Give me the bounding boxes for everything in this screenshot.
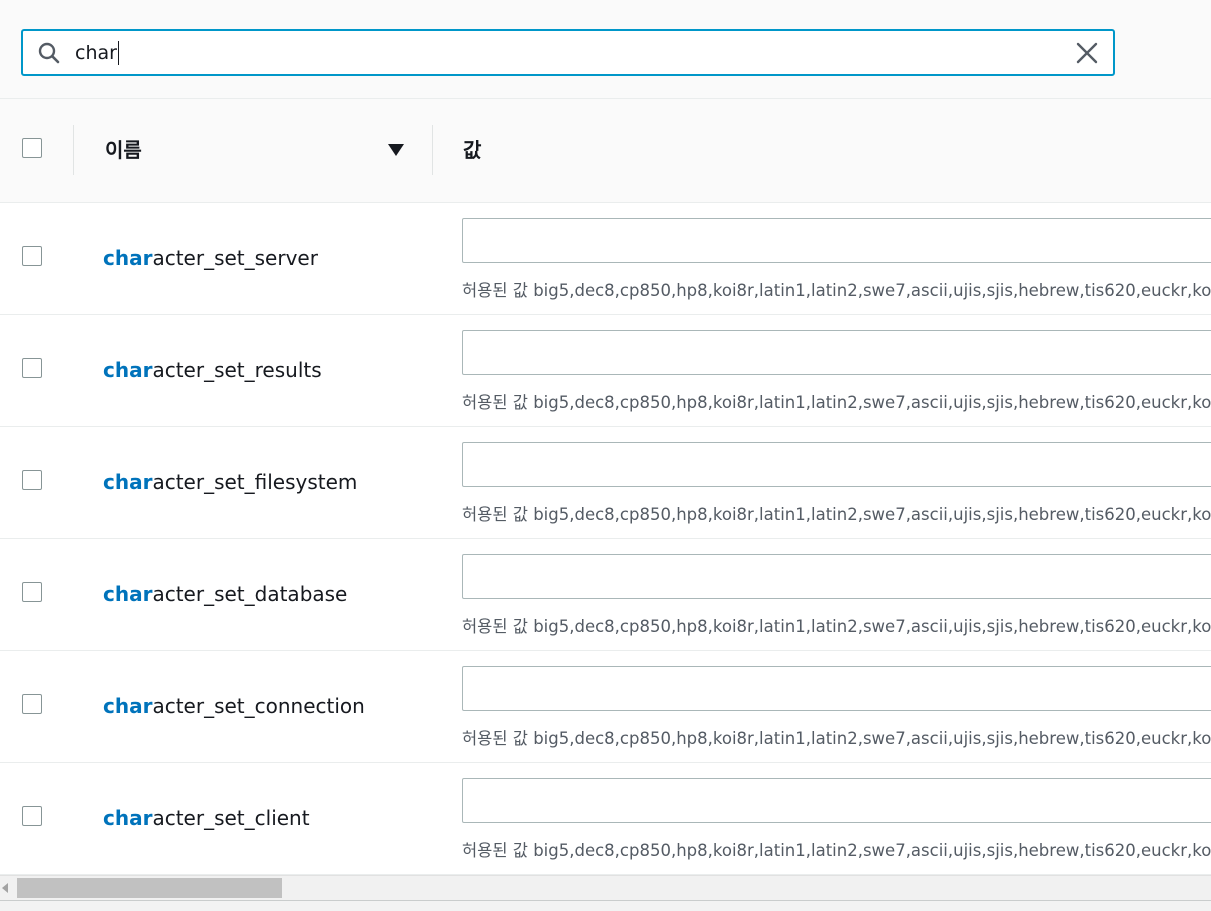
row-checkbox[interactable]	[22, 246, 42, 266]
row-checkbox[interactable]	[22, 694, 42, 714]
parameter-name: character_set_filesystem	[103, 470, 357, 494]
scrollbar-thumb[interactable]	[17, 878, 282, 898]
parameter-name-rest: acter_set_database	[152, 582, 348, 606]
parameter-value-input[interactable]	[462, 554, 1211, 599]
table-row: character_set_connection 허용된 값 big5,dec8…	[0, 651, 1211, 763]
horizontal-scrollbar[interactable]	[0, 875, 1211, 900]
close-icon[interactable]	[1075, 41, 1099, 65]
parameter-name: character_set_results	[103, 358, 322, 382]
parameter-name: character_set_client	[103, 806, 310, 830]
table-row: character_set_server 허용된 값 big5,dec8,cp8…	[0, 203, 1211, 315]
column-divider[interactable]	[73, 125, 74, 175]
row-checkbox[interactable]	[22, 470, 42, 490]
parameter-value-input[interactable]	[462, 442, 1211, 487]
search-box[interactable]	[21, 29, 1115, 76]
search-icon	[38, 42, 60, 64]
search-match-highlight: char	[103, 582, 153, 606]
search-match-highlight: char	[103, 470, 153, 494]
column-header-name[interactable]: 이름	[105, 134, 142, 163]
allowed-values-text: 허용된 값 big5,dec8,cp850,hp8,koi8r,latin1,l…	[462, 281, 1211, 300]
parameter-name-rest: acter_set_connection	[152, 694, 365, 718]
row-checkbox[interactable]	[22, 358, 42, 378]
search-bar-area	[0, 0, 1211, 99]
search-match-highlight: char	[103, 694, 153, 718]
bottom-border	[0, 900, 1211, 911]
select-all-checkbox[interactable]	[22, 138, 42, 158]
search-match-highlight: char	[103, 358, 153, 382]
allowed-values-text: 허용된 값 big5,dec8,cp850,hp8,koi8r,latin1,l…	[462, 505, 1211, 524]
table-row: character_set_results 허용된 값 big5,dec8,cp…	[0, 315, 1211, 427]
sort-descending-icon[interactable]	[387, 142, 405, 158]
search-match-highlight: char	[103, 806, 153, 830]
row-checkbox[interactable]	[22, 582, 42, 602]
table-row: character_set_filesystem 허용된 값 big5,dec8…	[0, 427, 1211, 539]
allowed-values-text: 허용된 값 big5,dec8,cp850,hp8,koi8r,latin1,l…	[462, 617, 1211, 636]
column-header-value: 값	[463, 138, 482, 162]
parameter-name: character_set_server	[103, 246, 318, 270]
table-header: 이름 값	[0, 99, 1211, 203]
search-match-highlight: char	[103, 246, 153, 270]
parameter-name-rest: acter_set_client	[152, 806, 310, 830]
parameter-name-rest: acter_set_server	[152, 246, 318, 270]
parameter-name: character_set_connection	[103, 694, 365, 718]
allowed-values-text: 허용된 값 big5,dec8,cp850,hp8,koi8r,latin1,l…	[462, 393, 1211, 412]
search-input[interactable]	[75, 36, 1055, 70]
table-row: character_set_database 허용된 값 big5,dec8,c…	[0, 539, 1211, 651]
column-divider[interactable]	[432, 125, 433, 175]
parameter-value-input[interactable]	[462, 666, 1211, 711]
row-checkbox[interactable]	[22, 806, 42, 826]
parameter-name: character_set_database	[103, 582, 347, 606]
table-body: character_set_server 허용된 값 big5,dec8,cp8…	[0, 203, 1211, 875]
table-row: character_set_client 허용된 값 big5,dec8,cp8…	[0, 763, 1211, 875]
parameter-value-input[interactable]	[462, 778, 1211, 823]
text-caret	[118, 41, 119, 65]
allowed-values-text: 허용된 값 big5,dec8,cp850,hp8,koi8r,latin1,l…	[462, 841, 1211, 860]
parameter-name-rest: acter_set_filesystem	[152, 470, 358, 494]
parameter-value-input[interactable]	[462, 218, 1211, 263]
parameter-name-rest: acter_set_results	[152, 358, 322, 382]
parameter-value-input[interactable]	[462, 330, 1211, 375]
scroll-left-arrow-icon[interactable]	[2, 883, 8, 893]
allowed-values-text: 허용된 값 big5,dec8,cp850,hp8,koi8r,latin1,l…	[462, 729, 1211, 748]
